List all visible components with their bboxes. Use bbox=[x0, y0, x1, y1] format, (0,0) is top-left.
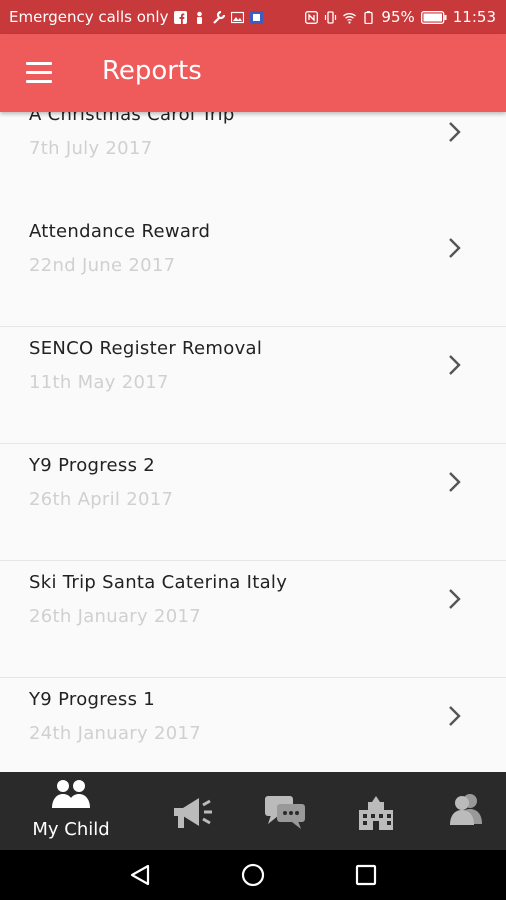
tab-my-child-label: My Child bbox=[32, 819, 110, 840]
report-date: 26th January 2017 bbox=[29, 606, 201, 627]
vibrate-icon bbox=[325, 10, 337, 24]
report-title: Y9 Progress 1 bbox=[29, 689, 156, 710]
nfc-icon bbox=[305, 10, 319, 24]
parents-icon bbox=[52, 780, 90, 808]
chevron-right-icon bbox=[449, 589, 461, 609]
report-item[interactable]: Y9 Progress 1 24th January 2017 bbox=[0, 678, 506, 772]
report-item[interactable]: A Christmas Carol Trip 7th July 2017 bbox=[0, 112, 506, 211]
chevron-right-icon bbox=[449, 472, 461, 492]
report-item[interactable]: Y9 Progress 2 26th April 2017 bbox=[0, 444, 506, 561]
report-date: 7th July 2017 bbox=[29, 138, 153, 159]
tab-school[interactable] bbox=[342, 772, 412, 850]
tab-contacts[interactable] bbox=[432, 772, 502, 850]
home-icon[interactable] bbox=[241, 863, 265, 887]
report-item[interactable]: Ski Trip Santa Caterina Italy 26th Janua… bbox=[0, 561, 506, 678]
wifi-icon bbox=[343, 12, 357, 24]
bottom-tab-bar: My Child bbox=[0, 772, 506, 850]
report-title: Ski Trip Santa Caterina Italy bbox=[29, 572, 288, 593]
school-building-icon bbox=[359, 796, 393, 830]
tab-messages[interactable] bbox=[250, 772, 320, 850]
hamburger-icon-line bbox=[26, 71, 52, 74]
report-date: 22nd June 2017 bbox=[29, 255, 176, 276]
report-title: Attendance Reward bbox=[29, 221, 211, 242]
report-date: 26th April 2017 bbox=[29, 489, 174, 510]
chevron-right-icon bbox=[449, 706, 461, 726]
recents-icon[interactable] bbox=[355, 864, 377, 886]
report-item[interactable]: SENCO Register Removal 11th May 2017 bbox=[0, 327, 506, 444]
hamburger-icon-line bbox=[26, 80, 52, 83]
chevron-right-icon bbox=[449, 122, 461, 142]
battery-saver-icon bbox=[364, 10, 374, 24]
image-icon bbox=[231, 11, 245, 23]
report-title: Y9 Progress 2 bbox=[29, 455, 156, 476]
tab-my-child[interactable]: My Child bbox=[22, 772, 120, 850]
facebook-icon bbox=[174, 10, 188, 24]
clock: 11:53 bbox=[452, 8, 496, 26]
battery-percent: 95% bbox=[381, 8, 415, 26]
megaphone-icon bbox=[174, 798, 212, 828]
status-bar: Emergency calls only 95% 11:53 bbox=[0, 0, 506, 34]
reports-list[interactable]: A Christmas Carol Trip 7th July 2017 Att… bbox=[0, 112, 506, 772]
report-date: 24th January 2017 bbox=[29, 723, 201, 744]
hamburger-icon-line bbox=[26, 62, 52, 65]
chat-bubbles-icon bbox=[265, 796, 305, 829]
app-notification-icon bbox=[250, 10, 264, 24]
person-icon bbox=[197, 11, 203, 24]
report-date: 11th May 2017 bbox=[29, 372, 169, 393]
back-icon[interactable] bbox=[128, 863, 152, 887]
app-bar: Reports bbox=[0, 34, 506, 112]
menu-button[interactable] bbox=[26, 62, 54, 84]
page-title: Reports bbox=[102, 56, 202, 86]
report-item[interactable]: Attendance Reward 22nd June 2017 bbox=[0, 210, 506, 327]
carrier-text: Emergency calls only bbox=[9, 8, 169, 26]
wrench-icon bbox=[213, 10, 226, 24]
chevron-right-icon bbox=[449, 355, 461, 375]
battery-icon bbox=[420, 10, 447, 24]
chevron-right-icon bbox=[449, 238, 461, 258]
report-title: A Christmas Carol Trip bbox=[29, 112, 235, 125]
contacts-icon bbox=[450, 794, 482, 825]
tab-announcements[interactable] bbox=[158, 772, 228, 850]
system-navigation-bar bbox=[0, 850, 506, 900]
report-title: SENCO Register Removal bbox=[29, 338, 263, 359]
